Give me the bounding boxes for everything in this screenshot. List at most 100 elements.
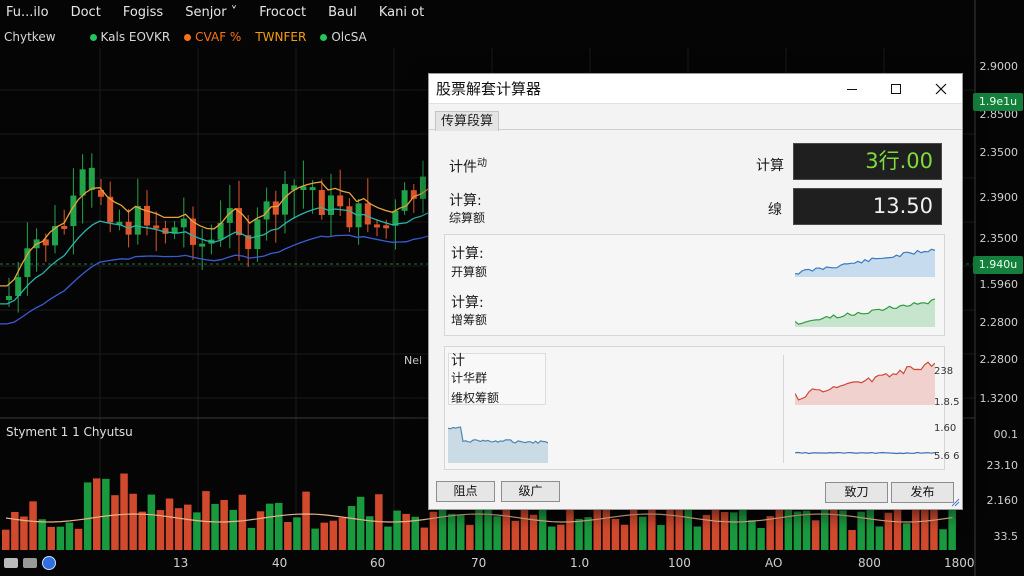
input-section: 计件动 计算: 综算额 计算 3行.00 缐 13.50 xyxy=(435,137,956,229)
volume-bar xyxy=(675,508,683,550)
volume-bar xyxy=(320,522,328,550)
volume-bar xyxy=(802,510,811,550)
maximize-icon xyxy=(891,84,901,94)
volume-bar xyxy=(93,478,101,550)
dialog-titlebar[interactable]: 股票解套计算器 xyxy=(429,74,962,104)
summary-detail-label: 维权筹额 xyxy=(451,391,500,405)
volume-axis-label: 00.1 xyxy=(993,428,1019,441)
candle-body xyxy=(374,224,380,228)
chart-annotation: Nel xyxy=(404,354,423,367)
field2-label: 缐 xyxy=(768,202,782,218)
candlestick-series xyxy=(6,153,426,313)
candle-body xyxy=(254,219,261,250)
volume-bar xyxy=(120,473,128,550)
volume-bar xyxy=(875,526,884,550)
volume-axis-label: 33.5 xyxy=(993,530,1019,543)
globe-icon[interactable] xyxy=(42,556,56,570)
candle-body xyxy=(79,169,86,196)
volume-bar xyxy=(811,520,820,550)
volume-bar xyxy=(193,512,201,550)
calculate-button[interactable]: 致刀 xyxy=(825,482,888,503)
x-axis-label: 100 xyxy=(668,556,691,570)
volume-bar xyxy=(466,524,474,550)
calculator-dialog: 股票解套计算器 传算段算 计件动 计算: 综算额 计算 3行.00 缐 13.5… xyxy=(428,73,963,510)
x-axis-label: 800 xyxy=(858,556,881,570)
settings-icon[interactable] xyxy=(4,558,18,568)
candle-body xyxy=(24,248,31,278)
result-value-field[interactable]: 3行.00 xyxy=(793,143,942,180)
candle-body xyxy=(180,218,187,228)
volume-bar xyxy=(557,524,565,550)
calc-sub-label: 综算额 xyxy=(449,211,486,225)
volume-bar xyxy=(2,529,10,550)
candle-body xyxy=(134,205,141,235)
candle-body xyxy=(346,206,353,228)
history-sparkline-blue xyxy=(448,426,548,463)
row1-sub-label: 开算额 xyxy=(451,265,488,279)
volume-bar xyxy=(338,517,347,550)
resize-grip-icon[interactable] xyxy=(950,497,960,507)
volume-bar xyxy=(420,527,429,550)
publish-button[interactable]: 发布 xyxy=(891,482,954,503)
price-axis-label: 2.2800 xyxy=(979,353,1019,366)
minimize-button[interactable] xyxy=(830,74,874,104)
summary-sub-label: 计华群 xyxy=(451,371,488,385)
volume-bar xyxy=(730,512,738,550)
volume-bar xyxy=(11,511,19,550)
volume-bar xyxy=(720,512,729,550)
scale-label: 5.6 6 xyxy=(934,451,960,462)
candle-body xyxy=(337,195,344,207)
candle-body xyxy=(383,225,390,229)
volume-axis-label: 2.160 xyxy=(986,494,1019,507)
volume-bar xyxy=(38,519,46,550)
volume-bar xyxy=(548,526,556,550)
current-price-tag: 1.9e1u xyxy=(973,93,1023,111)
x-axis-label: 70 xyxy=(471,556,487,570)
x-axis-label: 1.0 xyxy=(570,556,590,570)
sparkline-area xyxy=(795,362,935,405)
volume-bar xyxy=(848,529,856,550)
volume-bar xyxy=(347,506,356,550)
expand-button[interactable]: 级广 xyxy=(501,481,560,502)
volume-bar xyxy=(184,504,192,550)
candle-body xyxy=(272,201,279,215)
tab-calculation[interactable]: 传算段算 xyxy=(435,111,500,131)
volume-bar xyxy=(138,511,146,550)
price-axis-label: 1.5960 xyxy=(979,278,1019,291)
calc-label: 计算: xyxy=(449,193,482,209)
candle-body xyxy=(199,243,206,247)
price-value-field[interactable]: 13.50 xyxy=(793,188,942,225)
candle-body xyxy=(328,195,334,215)
volume-bar xyxy=(493,516,501,550)
row1-label: 计算: xyxy=(451,246,484,262)
volume-bar xyxy=(329,520,338,550)
layout-icon[interactable] xyxy=(23,558,37,568)
volume-bar xyxy=(256,511,265,550)
scale-label: 238 xyxy=(934,366,954,377)
volume-bar xyxy=(165,498,174,550)
trend-sparkline-green xyxy=(795,298,935,327)
minimize-icon xyxy=(847,89,857,90)
volume-bar xyxy=(566,506,574,550)
reset-button[interactable]: 阻点 xyxy=(436,481,495,502)
close-button[interactable] xyxy=(919,74,963,104)
x-axis-label: 60 xyxy=(370,556,386,570)
candle-body xyxy=(61,225,68,229)
price-axis-label: 2.3500 xyxy=(979,232,1019,245)
volume-bar xyxy=(293,517,301,550)
volume-bar xyxy=(311,528,319,550)
volume-bar xyxy=(766,516,774,550)
volume-bar xyxy=(457,514,465,550)
row2-sub-label: 增筹额 xyxy=(451,313,488,327)
volume-bar xyxy=(830,506,838,550)
candle-body xyxy=(153,225,160,229)
volume-bar xyxy=(56,526,65,550)
volume-bar xyxy=(611,518,620,550)
x-axis-label: 13 xyxy=(173,556,189,570)
maximize-button[interactable] xyxy=(874,74,918,104)
volume-bar xyxy=(693,526,702,550)
section-divider xyxy=(783,355,784,463)
volume-bar xyxy=(748,520,756,550)
volume-bar xyxy=(265,503,274,550)
scale-label: 1.60 xyxy=(934,423,957,434)
